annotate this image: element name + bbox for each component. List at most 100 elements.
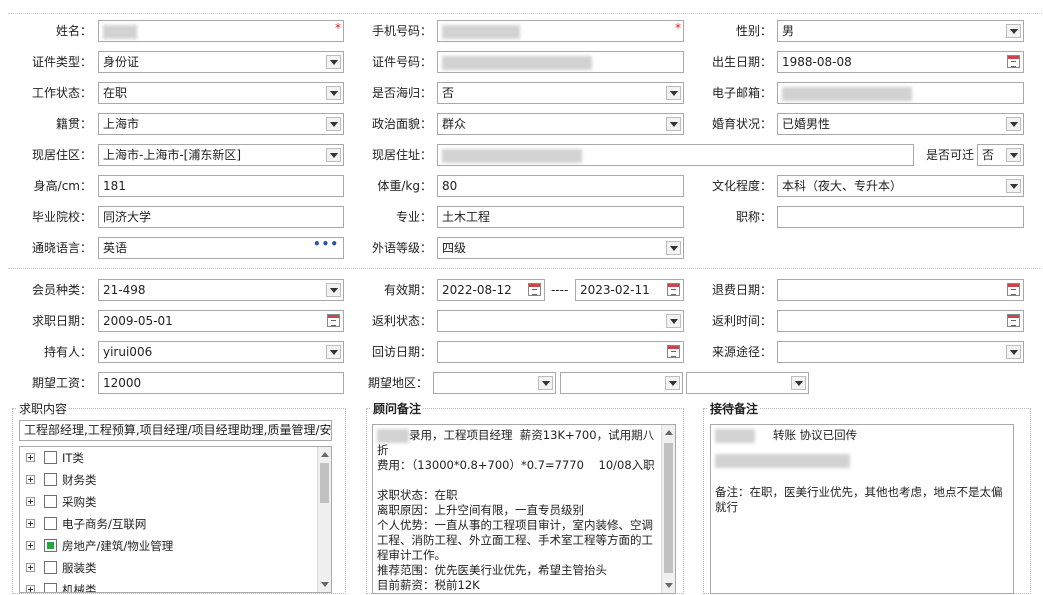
- more-options-icon[interactable]: •••: [313, 238, 339, 254]
- chevron-down-icon[interactable]: [326, 148, 341, 162]
- chevron-down-icon[interactable]: [1006, 117, 1021, 131]
- overseas-select[interactable]: 否: [437, 82, 684, 104]
- valid-to-field[interactable]: 2023-02-11: [575, 279, 684, 301]
- note-scrollbar[interactable]: [661, 425, 675, 593]
- chevron-down-icon[interactable]: [666, 314, 681, 328]
- scroll-thumb[interactable]: [320, 463, 329, 503]
- chevron-down-icon[interactable]: [1006, 345, 1021, 359]
- checkbox[interactable]: [44, 451, 57, 464]
- marital-select[interactable]: 已婚男性: [777, 113, 1024, 135]
- expand-icon[interactable]: [26, 563, 35, 572]
- major-field[interactable]: 土木工程: [437, 206, 684, 228]
- chevron-down-icon[interactable]: [326, 55, 341, 69]
- expand-icon[interactable]: [26, 519, 35, 528]
- scroll-thumb[interactable]: [664, 443, 673, 573]
- visit-date-field[interactable]: [437, 341, 684, 363]
- movable-select[interactable]: 否: [977, 144, 1024, 166]
- checkbox[interactable]: [44, 517, 57, 530]
- chevron-down-icon[interactable]: [326, 86, 341, 100]
- chevron-down-icon[interactable]: [791, 376, 806, 390]
- calendar-icon[interactable]: [327, 314, 340, 327]
- scroll-up-icon[interactable]: [665, 430, 673, 435]
- calendar-icon[interactable]: [1007, 283, 1020, 296]
- expand-icon[interactable]: [26, 453, 35, 462]
- calendar-icon[interactable]: [667, 283, 680, 296]
- area-city-select[interactable]: [560, 372, 683, 394]
- expand-icon[interactable]: [26, 541, 35, 550]
- chevron-down-icon[interactable]: [666, 241, 681, 255]
- work-status-select[interactable]: 在职: [98, 82, 344, 104]
- weight-field[interactable]: 80: [437, 175, 684, 197]
- politics-value: 群众: [442, 117, 467, 131]
- job-intent-summary[interactable]: 工程部经理,工程预算,项目经理/项目经理助理,质量管理/安: [19, 420, 332, 441]
- checkbox[interactable]: [44, 583, 57, 592]
- chevron-down-icon[interactable]: [326, 117, 341, 131]
- birth-date-field[interactable]: 1988-08-08: [777, 51, 1024, 73]
- id-no-field[interactable]: [437, 51, 684, 73]
- calendar-icon[interactable]: [1007, 314, 1020, 327]
- school-label: 毕业院校：: [31, 210, 92, 224]
- job-date-field[interactable]: 2009-05-01: [98, 310, 344, 332]
- education-select[interactable]: 本科（夜大、专升本）: [777, 175, 1024, 197]
- chevron-down-icon[interactable]: [1006, 179, 1021, 193]
- chevron-down-icon[interactable]: [326, 283, 341, 297]
- holder-select[interactable]: yirui006: [98, 341, 344, 363]
- checkbox[interactable]: [44, 561, 57, 574]
- refund-date-field[interactable]: [777, 279, 1024, 301]
- calendar-icon[interactable]: [667, 345, 680, 358]
- rebate-time-field[interactable]: [777, 310, 1024, 332]
- native-select[interactable]: 上海市: [98, 113, 344, 135]
- work-status-value: 在职: [103, 86, 128, 100]
- checkbox-checked[interactable]: [44, 539, 57, 552]
- chevron-down-icon[interactable]: [1006, 148, 1021, 162]
- expand-icon[interactable]: [26, 475, 35, 484]
- expand-icon[interactable]: [26, 497, 35, 506]
- scroll-down-icon[interactable]: [665, 583, 673, 588]
- calendar-icon[interactable]: [528, 283, 541, 296]
- rebate-status-select[interactable]: [437, 310, 684, 332]
- scroll-up-icon[interactable]: [321, 452, 329, 457]
- email-field[interactable]: [777, 82, 1024, 104]
- advisor-note-line: 个人优势：一直从事的工程项目审计，室内装修、空调工程、消防工程、外立面工程、手术…: [377, 518, 653, 562]
- region-select[interactable]: 上海市-上海市-[浦东新区]: [98, 144, 344, 166]
- redacted-address: [442, 148, 582, 163]
- source-select[interactable]: [777, 341, 1024, 363]
- advisor-note-textarea[interactable]: 录用，工程项目经理 薪资13K+700，试用期八折 费用：（13000*0.8+…: [372, 424, 676, 594]
- advisor-note-line: 目前薪资：税前12K: [377, 578, 480, 592]
- chevron-down-icon[interactable]: [665, 376, 680, 390]
- address-field[interactable]: [437, 144, 914, 166]
- checkbox[interactable]: [44, 473, 57, 486]
- salary-field[interactable]: 12000: [98, 372, 344, 394]
- height-field[interactable]: 181: [98, 175, 344, 197]
- checkbox[interactable]: [44, 495, 57, 508]
- scroll-down-icon[interactable]: [321, 582, 329, 587]
- id-no-label: 证件号码：: [371, 55, 432, 69]
- title-field[interactable]: [777, 206, 1024, 228]
- name-field[interactable]: *: [98, 20, 344, 42]
- politics-select[interactable]: 群众: [437, 113, 684, 135]
- calendar-icon[interactable]: [1007, 55, 1020, 68]
- mobile-field[interactable]: *: [437, 20, 684, 42]
- school-value: 同济大学: [103, 210, 152, 224]
- id-type-select[interactable]: 身份证: [98, 51, 344, 73]
- chevron-down-icon[interactable]: [538, 376, 553, 390]
- school-field[interactable]: 同济大学: [98, 206, 344, 228]
- source-label: 来源途径：: [711, 345, 772, 359]
- member-type-select[interactable]: 21-498: [98, 279, 344, 301]
- area-district-select[interactable]: [686, 372, 809, 394]
- expand-icon[interactable]: [26, 585, 35, 592]
- chevron-down-icon[interactable]: [666, 117, 681, 131]
- chevron-down-icon[interactable]: [326, 345, 341, 359]
- valid-from-field[interactable]: 2022-08-12: [437, 279, 545, 301]
- chevron-down-icon[interactable]: [666, 86, 681, 100]
- redacted-mobile: [442, 24, 520, 39]
- reception-note-textarea[interactable]: 转账 协议已回传 备注：在职，医美行业优先，其他也考虑，地点不是太偏就行: [710, 424, 1014, 594]
- lang-level-select[interactable]: 四级: [437, 237, 684, 259]
- gender-select[interactable]: 男: [777, 20, 1024, 42]
- chevron-down-icon[interactable]: [1006, 24, 1021, 38]
- mobile-label: 手机号码：: [371, 24, 432, 38]
- holder-label: 持有人：: [43, 345, 92, 359]
- language-field[interactable]: 英语 •••: [98, 237, 344, 259]
- tree-scrollbar[interactable]: [317, 447, 331, 592]
- area-province-select[interactable]: [433, 372, 556, 394]
